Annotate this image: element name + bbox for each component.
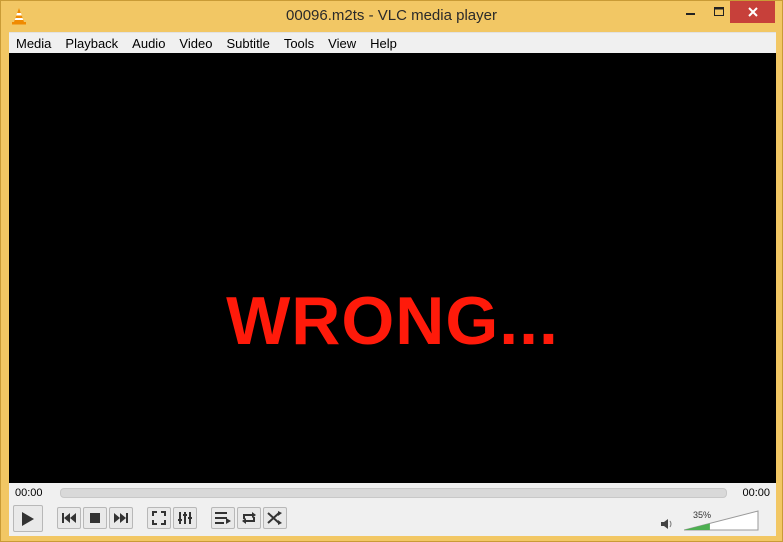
- menu-audio[interactable]: Audio: [125, 33, 172, 54]
- fullscreen-button[interactable]: [147, 507, 171, 529]
- play-icon: [22, 511, 34, 526]
- playlist-icon: [215, 512, 231, 524]
- controls-panel: 00:00 00:00 35%: [9, 483, 776, 536]
- minimize-button[interactable]: [676, 1, 706, 23]
- video-area[interactable]: WRONG...: [9, 53, 776, 483]
- shuffle-button[interactable]: [263, 507, 287, 529]
- close-button[interactable]: [730, 1, 775, 23]
- minimize-icon: [686, 13, 695, 15]
- menu-view[interactable]: View: [321, 33, 363, 54]
- menu-playback[interactable]: Playback: [58, 33, 125, 54]
- title-bar[interactable]: 00096.m2ts - VLC media player: [1, 1, 782, 31]
- next-icon: [114, 513, 128, 523]
- loop-icon: [242, 512, 256, 524]
- volume-percent: 35%: [693, 510, 712, 520]
- previous-icon: [62, 513, 76, 523]
- extended-settings-button[interactable]: [173, 507, 197, 529]
- close-icon: [747, 7, 758, 17]
- menu-subtitle[interactable]: Subtitle: [219, 33, 276, 54]
- vlc-window: 00096.m2ts - VLC media player Media Play…: [0, 0, 783, 542]
- playlist-button[interactable]: [211, 507, 235, 529]
- shuffle-icon: [267, 511, 282, 525]
- seek-bar[interactable]: [60, 488, 727, 498]
- fullscreen-icon: [152, 511, 166, 525]
- stop-button[interactable]: [83, 507, 107, 529]
- loop-button[interactable]: [237, 507, 261, 529]
- menu-help[interactable]: Help: [363, 33, 404, 54]
- elapsed-time[interactable]: 00:00: [15, 487, 43, 499]
- next-button[interactable]: [109, 507, 133, 529]
- video-overlay-text: WRONG...: [226, 283, 559, 359]
- menu-video[interactable]: Video: [172, 33, 219, 54]
- menu-media[interactable]: Media: [9, 33, 58, 54]
- equalizer-icon: [178, 512, 192, 524]
- speaker-icon[interactable]: [661, 518, 673, 530]
- stop-icon: [90, 513, 100, 523]
- maximize-icon: [714, 7, 724, 16]
- menu-bar: Media Playback Audio Video Subtitle Tool…: [9, 32, 776, 54]
- previous-button[interactable]: [57, 507, 81, 529]
- play-button[interactable]: [13, 505, 43, 532]
- total-time[interactable]: 00:00: [742, 487, 770, 499]
- menu-tools[interactable]: Tools: [277, 33, 321, 54]
- window-title: 00096.m2ts - VLC media player: [286, 7, 497, 24]
